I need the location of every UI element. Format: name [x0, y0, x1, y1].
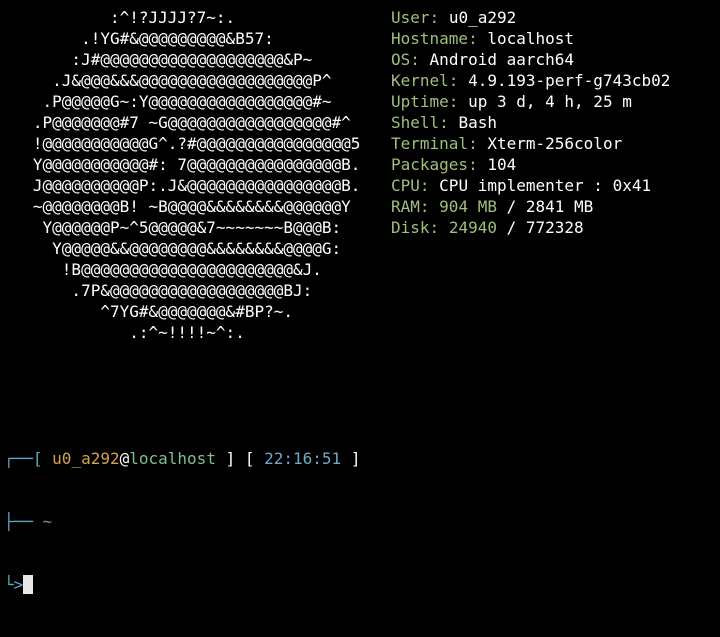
info-row: Packages: 104 [391, 154, 670, 175]
info-row: Shell: Bash [391, 112, 670, 133]
prompt-time: 22:16:51 [264, 449, 342, 468]
prompt-end: ] [341, 449, 361, 468]
info-row: Terminal: Xterm-256color [391, 133, 670, 154]
info-used-value: 24940 [448, 218, 497, 237]
info-row: RAM: 904 MB / 2841 MB [391, 196, 670, 217]
logo-line: .P@@@@@@@#7 ~G@@@@@@@@@@@@@@@@@#^ [4, 113, 351, 132]
info-key: User: [391, 8, 440, 27]
info-value: u0_a292 [448, 8, 517, 27]
ascii-logo: :^!?JJJJ?7~:. .!YG#&@@@@@@@@@&B57: :J#@@… [4, 7, 361, 343]
prompt-line-1: ┌──[ u0_a292@localhost ] [ 22:16:51 ] [4, 448, 360, 469]
prompt-frame-bottom: └> [4, 575, 24, 594]
terminal-window[interactable]: :^!?JJJJ?7~:. .!YG#&@@@@@@@@@&B57: :J#@@… [0, 0, 720, 594]
info-row: Kernel: 4.9.193-perf-g743cb02 [391, 70, 670, 91]
prompt-directory: ~ [42, 512, 53, 531]
info-key: Kernel: [391, 71, 459, 90]
logo-line: .!YG#&@@@@@@@@@&B57: [4, 29, 274, 48]
info-key: Packages: [391, 155, 478, 174]
logo-line: ~@@@@@@@@B! ~B@@@@&&&&&&&&@@@@@@Y [4, 197, 351, 216]
info-row: OS: Android aarch64 [391, 49, 670, 70]
prompt-line-3[interactable]: └> [4, 574, 360, 595]
logo-line: .P@@@@@G~:Y@@@@@@@@@@@@@@@@@#~ [4, 92, 332, 111]
system-info-panel: User: u0_a292 Hostname: localhost OS: Andr… [391, 7, 670, 238]
info-value: Bash [458, 113, 497, 132]
info-key: CPU: [391, 176, 430, 195]
logo-line: .J&@@@&&&@@@@@@@@@@@@@@@@@@P^ [4, 71, 332, 90]
logo-line: :^!?JJJJ?7~:. [4, 8, 236, 27]
info-value: localhost [487, 29, 575, 48]
logo-line: Y@@@@@@P~^5@@@@@&7~~~~~~~B@@@B: [4, 218, 342, 237]
info-key: OS: [391, 50, 420, 69]
prompt-user: u0_a292 [52, 449, 120, 468]
text-cursor[interactable] [23, 575, 34, 594]
logo-line: J@@@@@@@@@@P:.J&@@@@@@@@@@@@@@@@B. [4, 176, 361, 195]
info-key: Uptime: [391, 92, 459, 111]
prompt-frame-mid: ├── [4, 512, 43, 531]
info-row: User: u0_a292 [391, 7, 670, 28]
info-key: Disk: [391, 218, 440, 237]
info-key: Shell: [391, 113, 449, 132]
logo-line: .:^~!!!!~^:. [4, 323, 245, 342]
info-key: Terminal: [391, 134, 478, 153]
info-row: Hostname: localhost [391, 28, 670, 49]
logo-line: .7P&@@@@@@@@@@@@@@@@@@BJ: [4, 281, 313, 300]
prompt-at: @ [119, 449, 130, 468]
info-row: CPU: CPU implementer : 0x41 [391, 175, 670, 196]
prompt-separator: ] [ [215, 449, 265, 468]
logo-line: ^7YG#&@@@@@@@&#BP?~. [4, 302, 293, 321]
logo-line: !@@@@@@@@@@@G^.?#@@@@@@@@@@@@@@@@5 [4, 134, 361, 153]
logo-line: !B@@@@@@@@@@@@@@@@@@@@@@&J. [4, 260, 322, 279]
prompt-host: localhost [129, 449, 216, 468]
logo-line: Y@@@@@@@@@@@#: 7@@@@@@@@@@@@@@@@B. [4, 155, 361, 174]
info-value: Xterm-256color [487, 134, 623, 153]
info-value: 104 [487, 155, 517, 174]
info-key: Hostname: [391, 29, 478, 48]
info-key: RAM: [391, 197, 430, 216]
info-total-value: / 772328 [506, 218, 584, 237]
info-used-value: 904 MB [439, 197, 497, 216]
logo-line: :J#@@@@@@@@@@@@@@@@@@@&P~ [4, 50, 313, 69]
info-total-value: / 2841 MB [506, 197, 594, 216]
info-value: 4.9.193-perf-g743cb02 [468, 71, 671, 90]
prompt-line-2: ├── ~ [4, 511, 360, 532]
info-row: Disk: 24940 / 772328 [391, 217, 670, 238]
shell-prompt: ┌──[ u0_a292@localhost ] [ 22:16:51 ] ├─… [4, 406, 360, 637]
info-row: Uptime: up 3 d, 4 h, 25 m [391, 91, 670, 112]
info-value: Android aarch64 [429, 50, 575, 69]
prompt-frame-top: ┌──[ [4, 449, 53, 468]
logo-line: Y@@@@@&&@@@@@@@@&&&&&&&&@@@@G: [4, 239, 342, 258]
info-value: CPU implementer : 0x41 [439, 176, 652, 195]
info-value: up 3 d, 4 h, 25 m [468, 92, 632, 111]
